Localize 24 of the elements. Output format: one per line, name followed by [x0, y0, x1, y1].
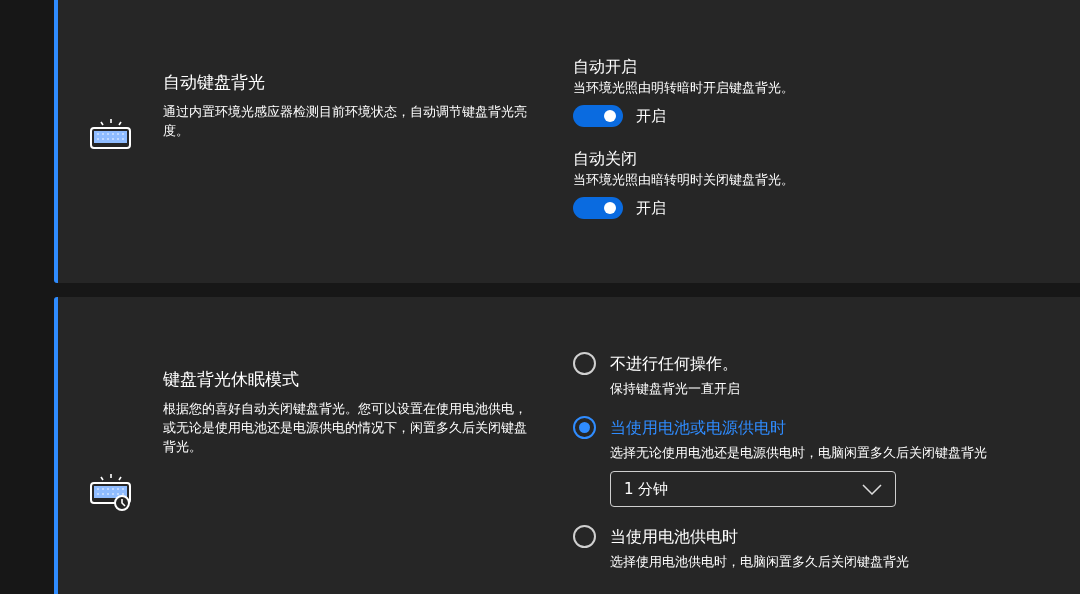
toggle-state: 开启: [636, 197, 666, 219]
toggle-description: 当环境光照由暗转明时关闭键盘背光。: [573, 170, 794, 189]
section-title: 键盘背光休眠模式: [163, 368, 300, 391]
toggle-switch[interactable]: [573, 105, 623, 128]
toggle-label: 自动关闭: [573, 147, 638, 170]
radio-label[interactable]: 当使用电池或电源供电时: [610, 416, 786, 439]
keyboard-clock-icon: [88, 472, 133, 512]
radio-label[interactable]: 不进行任何操作。: [610, 352, 738, 375]
radio-description: 选择无论使用电池还是电源供电时，电脑闲置多久后关闭键盘背光: [610, 444, 987, 462]
radio-description: 保持键盘背光一直开启: [610, 380, 741, 398]
toggle-state: 开启: [636, 106, 666, 127]
radio-description: 选择使用电池供电时，电脑闲置多久后关闭键盘背光: [610, 553, 910, 571]
radio-button[interactable]: [573, 352, 596, 375]
toggle-label: 自动开启: [573, 56, 638, 78]
chevron-down-icon: [862, 483, 882, 495]
radio-button[interactable]: [573, 416, 596, 439]
section-title: 自动键盘背光: [163, 71, 266, 94]
radio-button[interactable]: [573, 525, 596, 548]
toggle-switch[interactable]: [573, 196, 623, 219]
radio-label[interactable]: 当使用电池供电时: [610, 525, 738, 548]
section-description: 通过内置环境光感应器检测目前环境状态，自动调节键盘背光亮度。: [163, 103, 528, 140]
dropdown[interactable]: 1 分钟: [610, 471, 896, 507]
toggle-description: 当环境光照由明转暗时开启键盘背光。: [573, 79, 794, 97]
section-description: 根据您的喜好自动关闭键盘背光。您可以设置在使用电池供电，或无论是使用电池还是电源供电的情况下，闲置多久后关闭键盘背光。: [163, 400, 528, 456]
